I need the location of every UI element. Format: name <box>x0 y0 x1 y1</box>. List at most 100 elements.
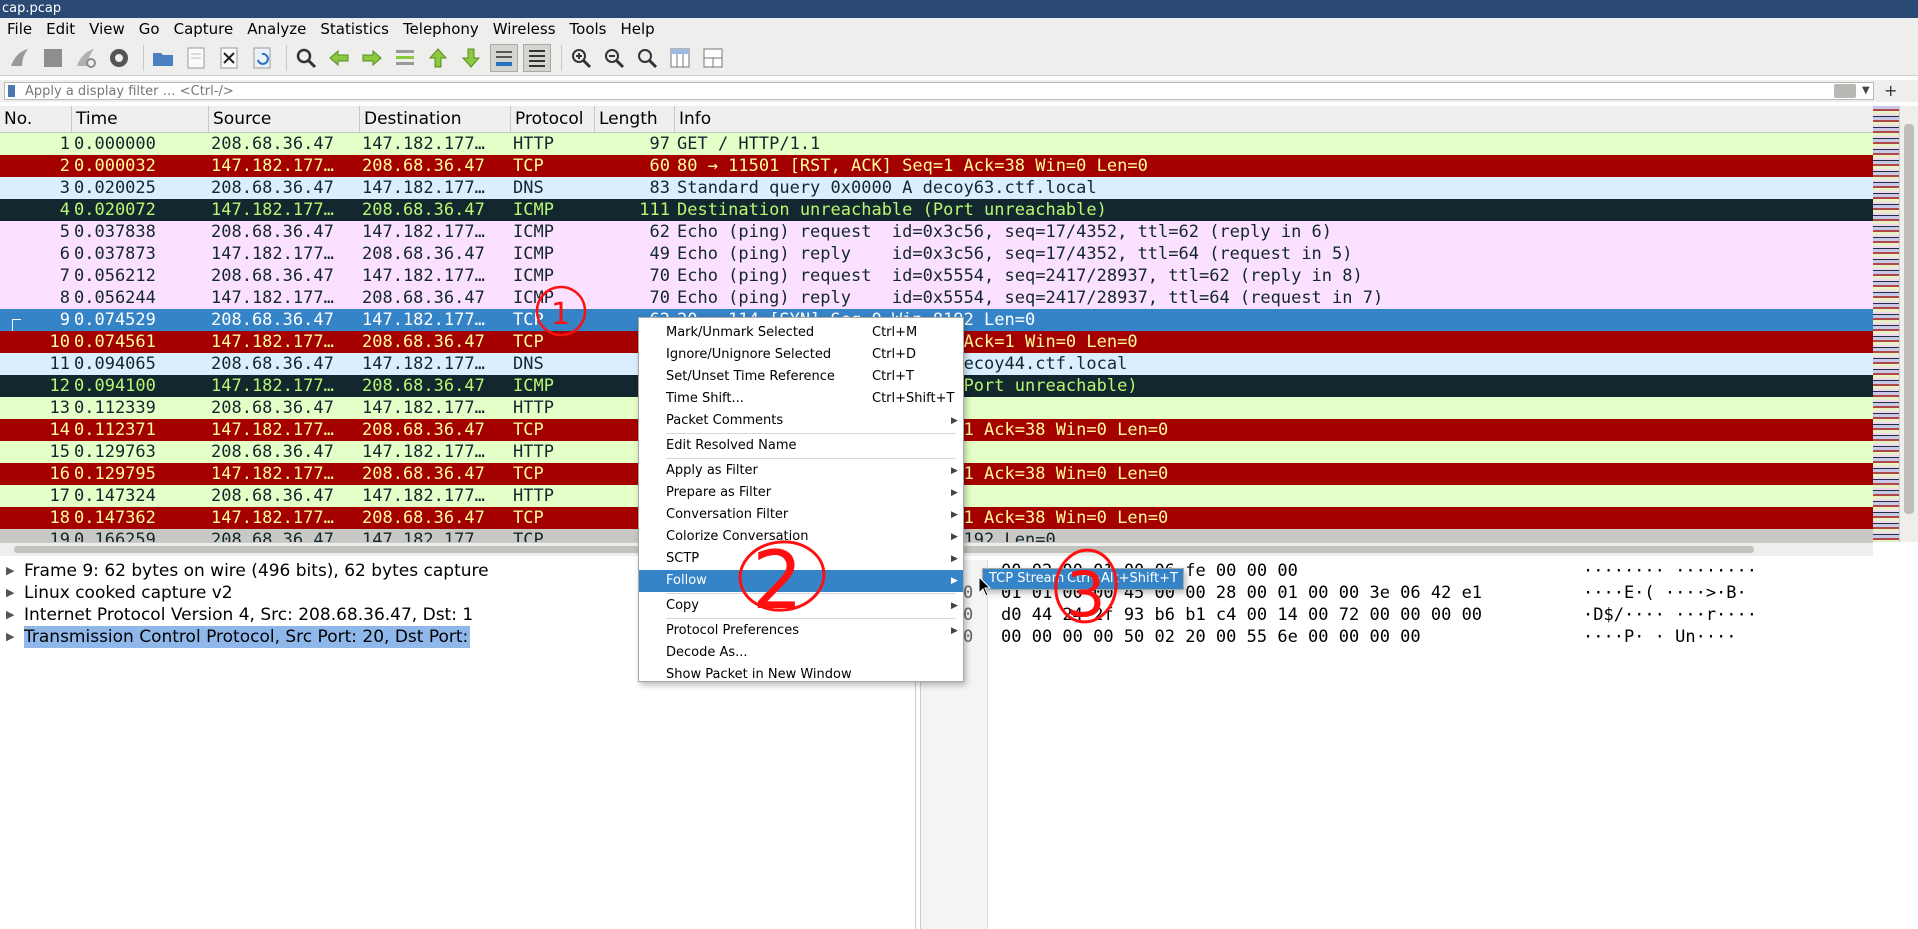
capture-options-gear-icon[interactable] <box>105 44 133 72</box>
menu-file[interactable]: File <box>0 18 39 40</box>
column-header-info[interactable]: Info <box>675 106 1873 132</box>
stop-square-icon[interactable] <box>39 44 67 72</box>
layout-icon[interactable] <box>699 44 727 72</box>
menu-item-label: Copy <box>666 598 699 613</box>
expand-arrow-icon[interactable]: ▶ <box>6 604 16 626</box>
open-folder-icon[interactable] <box>149 44 177 72</box>
column-header-length[interactable]: Length <box>595 106 675 132</box>
add-filter-button-plus-icon[interactable]: + <box>1884 81 1897 100</box>
expand-arrow-icon[interactable]: ▶ <box>6 560 16 582</box>
packet-row[interactable]: 5 0.037838 208.68.36.47 147.182.177… ICMP 62 E… <box>0 221 1873 243</box>
menu-item-apply-as-filter[interactable]: Apply as Filter ▶ <box>639 460 963 482</box>
packet-source: 208.68.36.47 <box>211 222 334 242</box>
menu-help[interactable]: Help <box>613 18 661 40</box>
menu-edit[interactable]: Edit <box>39 18 82 40</box>
menu-item-label: Time Shift... <box>666 391 744 406</box>
submenu-chevron-right-icon: ▶ <box>951 601 958 611</box>
display-filter-input[interactable] <box>4 82 1874 100</box>
menu-item-ignore-unignore-selected[interactable]: Ignore/Unignore Selected Ctrl+D <box>639 344 963 366</box>
packet-minimap[interactable] <box>1873 106 1899 542</box>
packet-time: 0.112371 <box>74 420 156 440</box>
menu-item-colorize-conversation[interactable]: Colorize Conversation ▶ <box>639 526 963 548</box>
packet-row[interactable]: 4 0.020072 147.182.177… 208.68.36.47 ICMP 111… <box>0 199 1873 221</box>
menu-analyze[interactable]: Analyze <box>240 18 313 40</box>
packet-row[interactable]: 6 0.037873 147.182.177… 208.68.36.47 ICMP 49 E… <box>0 243 1873 265</box>
follow-submenu: TCP Stream Ctrl+Alt+Shift+T <box>982 568 1184 590</box>
menu-item-packet-comments[interactable]: Packet Comments ▶ <box>639 410 963 432</box>
column-header-no[interactable]: No. <box>0 106 72 132</box>
go-forward-arrow-icon[interactable] <box>358 44 386 72</box>
packet-info: 80 → 11501 [RST, ACK] Seq=1 Ack=38 Win=0… <box>677 156 1148 176</box>
find-magnifier-icon[interactable] <box>292 44 320 72</box>
packet-bytes-pane: 00 02 00 01 00 06 fe 00 00 00 ········ ·… <box>920 560 1918 929</box>
menu-item-conversation-filter[interactable]: Conversation Filter ▶ <box>639 504 963 526</box>
packet-row[interactable]: 2 0.000032 147.182.177… 208.68.36.47 TCP 60 80… <box>0 155 1873 177</box>
packet-number: 17 <box>49 486 70 506</box>
packet-time: 0.056212 <box>74 266 156 286</box>
packet-row[interactable]: 1 0.000000 208.68.36.47 147.182.177… HTTP 97 G… <box>0 133 1873 155</box>
shark-fin-start-icon[interactable] <box>6 44 34 72</box>
autoscroll-icon[interactable] <box>490 43 518 72</box>
menu-item-prepare-as-filter[interactable]: Prepare as Filter ▶ <box>639 482 963 504</box>
menu-bar: File Edit View Go Capture Analyze Statis… <box>0 18 1918 40</box>
menu-item-copy[interactable]: Copy ▶ <box>639 595 963 617</box>
vertical-scroll-thumb[interactable] <box>1904 124 1914 514</box>
packet-destination: 208.68.36.47 <box>362 508 485 528</box>
menu-telephony[interactable]: Telephony <box>396 18 486 40</box>
packet-protocol: ICMP <box>513 376 554 396</box>
packet-number: 9 <box>59 310 70 330</box>
go-back-arrow-icon[interactable] <box>325 44 353 72</box>
packet-source: 208.68.36.47 <box>211 310 334 330</box>
menu-item-show-packet-in-new-window[interactable]: Show Packet in New Window <box>639 664 963 686</box>
menu-statistics[interactable]: Statistics <box>313 18 396 40</box>
menu-item-edit-resolved-name[interactable]: Edit Resolved Name <box>639 435 963 457</box>
filter-history-chevron-down-icon[interactable]: ▼ <box>1862 85 1870 96</box>
packet-protocol: TCP <box>513 310 544 330</box>
zoom-out-icon[interactable] <box>600 44 628 72</box>
follow-tcp-stream-item[interactable]: TCP Stream Ctrl+Alt+Shift+T <box>983 569 1183 589</box>
filter-bookmark-icon[interactable] <box>8 85 15 97</box>
zoom-normal-icon[interactable] <box>633 44 661 72</box>
menu-go[interactable]: Go <box>132 18 167 40</box>
menu-item-follow[interactable]: Follow ▶ <box>639 570 963 592</box>
go-first-icon[interactable] <box>424 44 452 72</box>
packet-protocol: DNS <box>513 178 544 198</box>
colorize-icon[interactable] <box>523 43 551 72</box>
menu-view[interactable]: View <box>82 18 132 40</box>
go-to-packet-icon[interactable] <box>391 44 419 72</box>
packet-list-vertical-scrollbar[interactable] <box>1899 106 1918 542</box>
expand-arrow-icon[interactable]: ▶ <box>6 626 16 648</box>
zoom-in-icon[interactable] <box>567 44 595 72</box>
mouse-pointer-icon <box>978 576 992 597</box>
go-last-icon[interactable] <box>457 44 485 72</box>
resize-columns-icon[interactable] <box>666 44 694 72</box>
packet-destination: 208.68.36.47 <box>362 200 485 220</box>
close-file-icon[interactable] <box>215 44 243 72</box>
menu-item-sctp[interactable]: SCTP ▶ <box>639 548 963 570</box>
column-header-time[interactable]: Time <box>72 106 209 132</box>
menu-item-set-unset-time-reference[interactable]: Set/Unset Time Reference Ctrl+T <box>639 366 963 388</box>
column-header-protocol[interactable]: Protocol <box>511 106 595 132</box>
column-header-source[interactable]: Source <box>209 106 360 132</box>
expand-arrow-icon[interactable]: ▶ <box>6 582 16 604</box>
menu-item-protocol-preferences[interactable]: Protocol Preferences ▶ <box>639 620 963 642</box>
packet-source: 208.68.36.47 <box>211 530 334 542</box>
menu-wireless[interactable]: Wireless <box>486 18 563 40</box>
packet-row[interactable]: 7 0.056212 208.68.36.47 147.182.177… ICMP 70 E… <box>0 265 1873 287</box>
menu-capture[interactable]: Capture <box>167 18 241 40</box>
menu-tools[interactable]: Tools <box>563 18 614 40</box>
shark-fin-restart-icon[interactable] <box>72 44 100 72</box>
menu-item-mark-unmark-selected[interactable]: Mark/Unmark Selected Ctrl+M <box>639 322 963 344</box>
apply-filter-arrow-icon[interactable] <box>1834 84 1856 98</box>
column-header-destination[interactable]: Destination <box>360 106 511 132</box>
menu-item-label: SCTP <box>666 551 700 566</box>
menu-item-decode-as[interactable]: Decode As... <box>639 642 963 664</box>
menu-item-time-shift[interactable]: Time Shift... Ctrl+Shift+T <box>639 388 963 410</box>
packet-row[interactable]: 8 0.056244 147.182.177… 208.68.36.47 ICMP 70 E… <box>0 287 1873 309</box>
packet-source: 147.182.177… <box>211 200 334 220</box>
packet-destination: 208.68.36.47 <box>362 464 485 484</box>
packet-row[interactable]: 3 0.020025 208.68.36.47 147.182.177… DNS 83 St… <box>0 177 1873 199</box>
packet-time: 0.147362 <box>74 508 156 528</box>
reload-icon[interactable] <box>248 44 276 72</box>
save-file-icon[interactable] <box>182 44 210 72</box>
